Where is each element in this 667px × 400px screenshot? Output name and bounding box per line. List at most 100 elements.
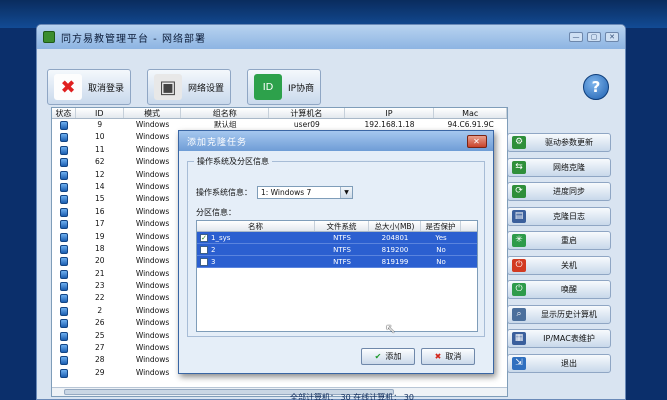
col-size[interactable]: 总大小(MB) — [369, 221, 421, 231]
wake-icon: ⏻ — [512, 283, 526, 296]
monitor-icon — [59, 294, 68, 304]
side-button[interactable]: ⏻ 关机 — [507, 255, 611, 275]
id-cell: 20 — [95, 256, 105, 266]
mode-cell: Windows — [135, 120, 170, 129]
minimize-button[interactable]: — — [569, 32, 583, 42]
id-cell: 18 — [95, 243, 105, 253]
status-cell — [52, 181, 76, 193]
filesystem-cell: NTFS — [333, 258, 351, 266]
status-cell — [52, 317, 76, 329]
mode-cell: Windows — [135, 318, 170, 328]
status-cell — [52, 144, 76, 156]
status-cell — [52, 131, 76, 143]
partition-name-cell: ✓ 1_sys — [197, 232, 315, 243]
col-mode[interactable]: 模式 — [124, 108, 182, 118]
monitor-icon — [59, 158, 68, 168]
window-titlebar[interactable]: 同方易教管理平台 - 网络部署 — ▢ ✕ — [37, 25, 625, 49]
id-cell: 17 — [95, 219, 105, 229]
add-clone-task-dialog: 添加克隆任务 ✕ 操作系统及分区信息 操作系统信息： 1: Windows 7 … — [178, 130, 494, 374]
id-cell: 12 — [95, 169, 105, 179]
partition-name: 1_sys — [211, 233, 231, 242]
side-button[interactable]: ✳ 重启 — [507, 231, 611, 250]
side-button-label: 唤醒 — [561, 285, 577, 294]
status-cell — [52, 206, 76, 218]
side-button[interactable]: ⌕ 显示历史计算机 — [507, 304, 611, 324]
side-button[interactable]: ⇆ 网络克隆 — [507, 157, 611, 177]
monitor-icon — [59, 220, 68, 230]
status-cell — [52, 218, 76, 230]
os-select[interactable]: 1: Windows 7 ▼ — [257, 186, 353, 199]
mode-cell: Windows — [135, 243, 170, 253]
mode-cell: Windows — [135, 169, 170, 179]
partition-table-header: 名称 文件系统 总大小(MB) 是否保护 — [197, 221, 477, 232]
cancel-button[interactable]: ✖ 取消 — [421, 348, 475, 365]
partition-row[interactable]: 2 NTFS 819200 No — [197, 244, 477, 256]
col-group[interactable]: 组名称 — [181, 108, 270, 118]
partition-row[interactable]: ✓ 1_sys NTFS 204801 Yes — [197, 232, 477, 244]
action-panel: ⚙ 驱动参数更新 ⇆ 网络克隆 ⟳ 进度同步 ▤ 克隆日志 ✳ 重启 ⏻ 关机 ⏻ 唤醒 ⌕ 显示历史计算机 ▦… — [507, 133, 611, 378]
id-cell: 19 — [95, 231, 105, 241]
status-cell — [52, 119, 76, 131]
side-button[interactable]: ▦ IP/MAC表维护 — [507, 329, 611, 348]
window-close-button[interactable]: ✕ — [605, 32, 619, 42]
id-cell: 15 — [95, 194, 105, 204]
maximize-button[interactable]: ▢ — [587, 32, 601, 42]
dialog-titlebar[interactable]: 添加克隆任务 ✕ — [179, 131, 493, 151]
partition-label: 分区信息： — [196, 208, 236, 217]
side-button[interactable]: ⇲ 退出 — [507, 353, 611, 373]
restart-icon: ✳ — [512, 234, 526, 247]
mouse-cursor-icon: ↖ — [385, 322, 396, 337]
mode-cell: Windows — [135, 293, 170, 303]
network-settings-button[interactable]: ▣ 网络设置 — [147, 69, 232, 105]
os-label: 操作系统信息： — [196, 188, 252, 197]
horizontal-scrollbar[interactable] — [52, 387, 507, 396]
col-computer-name[interactable]: 计算机名 — [269, 108, 345, 118]
monitor-icon — [59, 133, 68, 143]
col-ip[interactable]: IP — [345, 108, 435, 118]
mode-cell: Windows — [135, 219, 170, 229]
partition-checkbox[interactable] — [200, 257, 208, 266]
mode-cell: Windows — [135, 305, 170, 315]
status-cell — [52, 367, 76, 379]
col-filesystem[interactable]: 文件系统 — [315, 221, 369, 231]
id-cell: 22 — [95, 293, 105, 303]
col-protected[interactable]: 是否保护 — [421, 221, 461, 231]
checkmark-icon: ✔ — [374, 352, 382, 361]
status-cell — [52, 280, 76, 292]
side-button[interactable]: ⏻ 唤醒 — [507, 280, 611, 299]
side-button-label: 进度同步 — [553, 187, 585, 196]
side-button-label: 关机 — [561, 260, 577, 270]
partition-row[interactable]: 3 NTFS 819199 No — [197, 256, 477, 268]
table-header: 状态 ID 模式 组名称 计算机名 IP Mac — [52, 108, 507, 119]
partition-checkbox[interactable]: ✓ — [200, 233, 208, 242]
status-cell — [52, 231, 76, 243]
dialog-close-button[interactable]: ✕ — [467, 134, 487, 148]
col-mac[interactable]: Mac — [434, 108, 507, 118]
monitor-icon — [59, 269, 68, 279]
logout-button[interactable]: ✖ 取消登录 — [47, 69, 132, 105]
monitor-icon — [59, 170, 68, 180]
status-cell — [52, 268, 76, 280]
col-id[interactable]: ID — [76, 108, 124, 118]
col-partition-name[interactable]: 名称 — [197, 221, 315, 231]
mode-cell: Windows — [135, 144, 170, 154]
ip-negotiation-button[interactable]: ID IP协商 — [247, 69, 322, 105]
chevron-down-icon[interactable]: ▼ — [340, 187, 352, 198]
monitor-icon — [59, 257, 68, 267]
side-button[interactable]: ⚙ 驱动参数更新 — [507, 133, 611, 152]
logout-label: 取消登录 — [88, 83, 125, 94]
add-button[interactable]: ✔ 添加 — [361, 348, 415, 365]
side-button[interactable]: ▤ 克隆日志 — [507, 206, 611, 226]
side-button[interactable]: ⟳ 进度同步 — [507, 182, 611, 201]
status-cell — [52, 255, 76, 267]
id-card-icon: ID — [254, 74, 283, 100]
mode-cell: Windows — [135, 281, 170, 291]
id-cell: 29 — [95, 367, 105, 377]
help-icon[interactable]: ? — [583, 74, 609, 100]
app-icon — [43, 31, 55, 43]
col-status[interactable]: 状态 — [52, 108, 76, 118]
partition-checkbox[interactable] — [200, 245, 208, 254]
size-cell: 204801 — [381, 234, 409, 242]
side-button-label: 克隆日志 — [553, 211, 585, 221]
monitor-icon — [59, 244, 68, 254]
